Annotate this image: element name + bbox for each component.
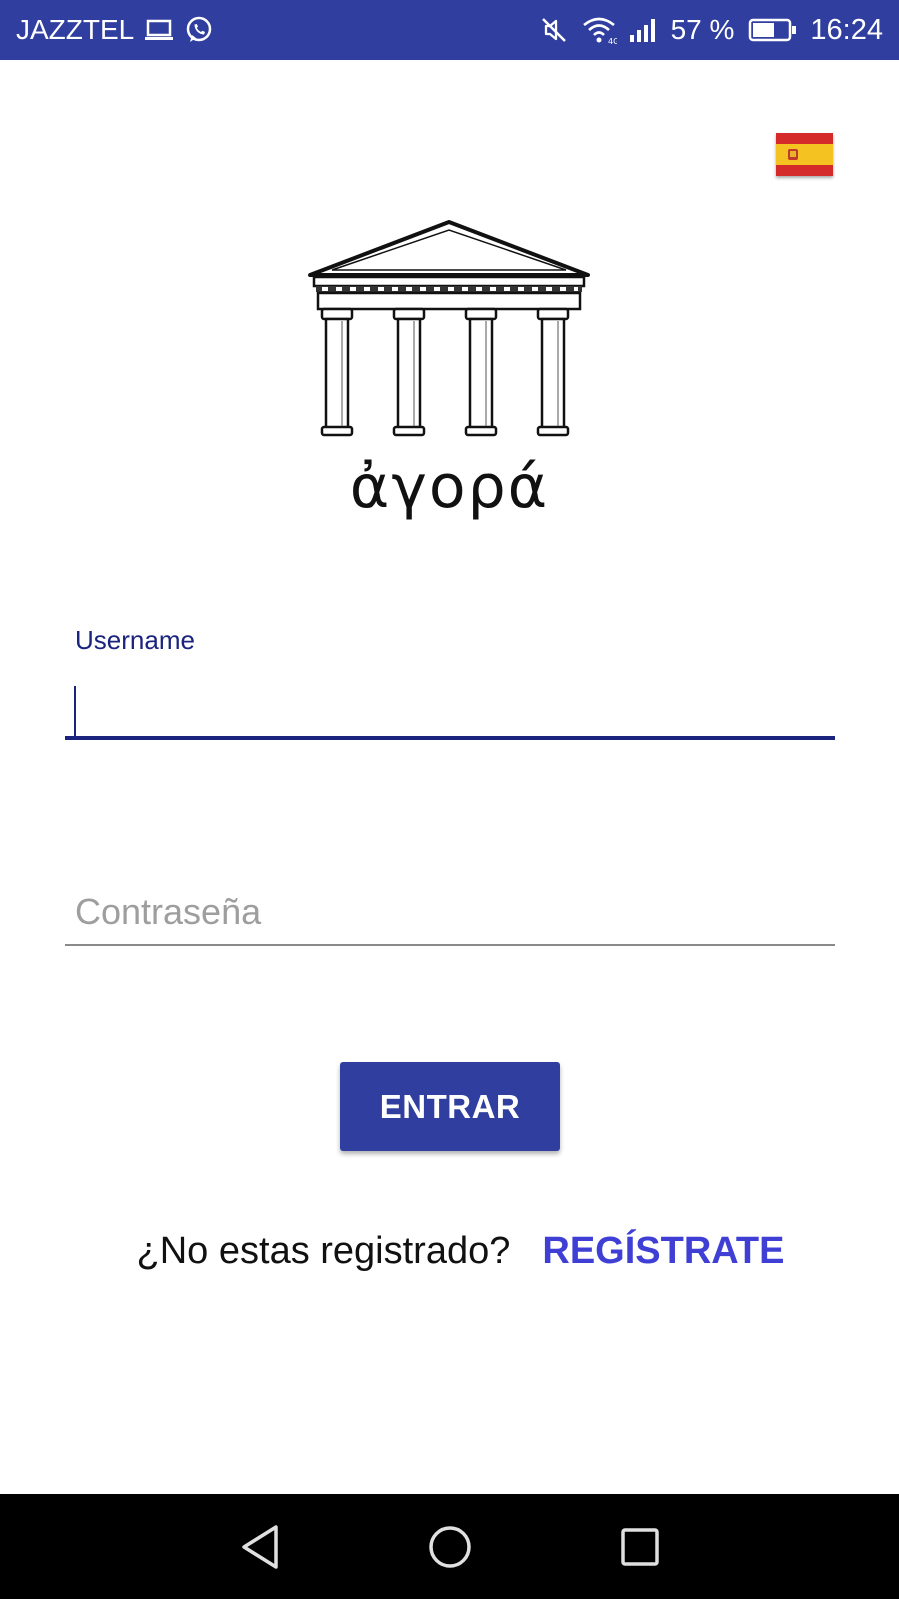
logo-text: ἀγορά [349, 452, 550, 522]
app-logo: ἀγορά [308, 220, 591, 522]
navigation-bar [0, 1494, 899, 1599]
status-left-group: JAZZTEL [16, 14, 214, 46]
text-cursor [74, 686, 76, 740]
spain-flag-icon[interactable] [776, 133, 833, 176]
enter-button[interactable]: ENTRAR [340, 1062, 560, 1151]
mute-icon [539, 15, 569, 45]
coat-of-arms-icon [788, 148, 798, 160]
carrier-name: JAZZTEL [16, 14, 135, 45]
clock: 16:24 [810, 13, 883, 46]
battery-icon [748, 17, 798, 43]
laptop-icon [144, 18, 174, 42]
greek-temple-icon [308, 220, 590, 437]
register-link[interactable]: REGÍSTRATE [542, 1230, 784, 1273]
username-label: Username [75, 625, 195, 655]
whatsapp-icon [184, 15, 214, 45]
status-right-group: 4G 57 % 16:24 [539, 14, 883, 47]
signal-icon [629, 17, 659, 43]
recents-icon[interactable] [610, 1517, 670, 1577]
back-icon[interactable] [230, 1517, 290, 1577]
username-input[interactable] [65, 680, 835, 740]
password-input[interactable] [65, 880, 835, 946]
register-row: ¿No estas registrado? REGÍSTRATE [0, 1230, 899, 1273]
battery-percent: 57 % [670, 14, 735, 45]
home-icon[interactable] [420, 1517, 480, 1577]
status-bar: JAZZTEL 4G 57 % 16:24 [0, 0, 899, 60]
svg-text:4G: 4G [608, 37, 617, 45]
register-question: ¿No estas registrado? [136, 1230, 511, 1272]
wifi-icon: 4G [581, 15, 617, 45]
